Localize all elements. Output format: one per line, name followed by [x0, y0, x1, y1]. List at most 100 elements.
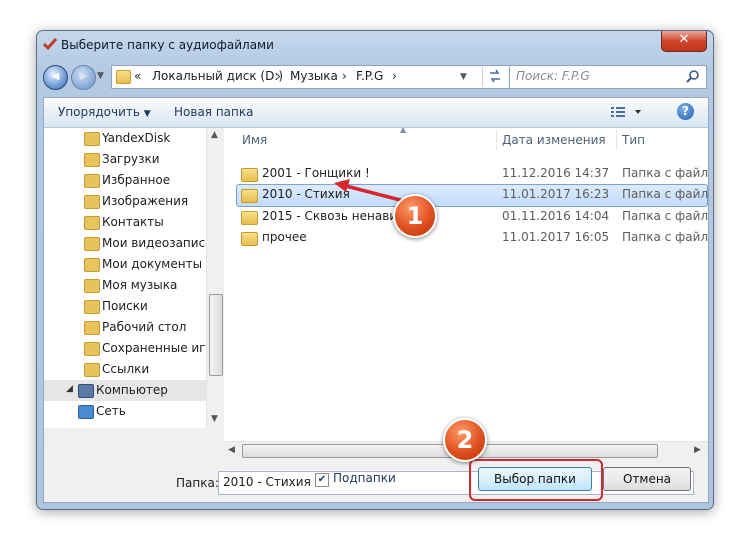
file-row-selected[interactable]: 2010 - Стихия 11.01.2017 16:23 Папка с ф… [236, 184, 708, 207]
column-type[interactable]: Тип [622, 133, 645, 147]
file-name: прочее [262, 230, 307, 244]
address-bar[interactable]: « Локальный диск (D:) › Музыка › F.P.G ›… [111, 65, 511, 89]
refresh-icon[interactable] [482, 67, 507, 86]
sidebar-item-downloads[interactable]: Загрузки [44, 149, 206, 170]
expand-arrow-icon[interactable]: ◢ [66, 384, 73, 394]
step-1-badge: 1 [393, 194, 437, 238]
sidebar-item-label: Изображения [102, 194, 189, 208]
file-type: Папка с файлами [622, 187, 708, 201]
sidebar-item-music[interactable]: Моя музыка [44, 275, 206, 296]
folder-icon [84, 132, 100, 146]
sidebar-item-searches[interactable]: Поиски [44, 296, 206, 317]
breadcrumb-segment[interactable]: Музыка [290, 69, 338, 83]
sidebar-item-yandexdisk[interactable]: YandexDisk [44, 128, 206, 149]
file-type: Папка с файлами [622, 166, 708, 180]
file-name: 2015 - Сквозь ненависть [262, 209, 418, 223]
forward-arrow-icon: ▶ [79, 71, 88, 82]
navigation-pane: YandexDisk Загрузки Избранное Изображени… [44, 128, 206, 428]
search-placeholder: Поиск: F.P.G [516, 69, 590, 83]
column-name[interactable]: Имя [242, 133, 267, 147]
search-input[interactable]: Поиск: F.P.G [509, 65, 707, 89]
close-button[interactable]: ✕ [661, 31, 707, 52]
sidebar-item-documents[interactable]: Мои документы [44, 254, 206, 275]
breadcrumb-separator[interactable]: › [276, 69, 281, 83]
sidebar-item-label: Моя музыка [102, 278, 178, 292]
scroll-left-icon[interactable]: ◀ [228, 445, 235, 455]
sidebar-item-links[interactable]: Ссылки [44, 359, 206, 380]
breadcrumb-separator[interactable]: › [392, 69, 397, 83]
select-folder-button[interactable]: Выбор папки [478, 467, 592, 491]
cancel-button[interactable]: Отмена [603, 467, 691, 491]
column-date[interactable]: Дата изменения [502, 133, 606, 147]
scroll-down-icon[interactable]: ▼ [211, 414, 218, 424]
file-date: 11.01.2017 16:05 [502, 230, 610, 244]
sidebar-item-pictures[interactable]: Изображения [44, 191, 206, 212]
scroll-up-icon[interactable]: ▲ [211, 130, 218, 140]
searches-icon [84, 300, 100, 314]
folder-icon [241, 168, 258, 182]
scrollbar-thumb[interactable] [209, 294, 223, 376]
sidebar-item-label: Мои документы [102, 257, 203, 271]
recent-pages-icon[interactable]: ▼ [97, 71, 104, 81]
file-row[interactable]: прочее 11.01.2017 16:05 Папка с файлами [224, 227, 708, 248]
file-date: 11.12.2016 14:37 [502, 166, 610, 180]
organize-button[interactable]: Упорядочить ▼ [58, 105, 151, 119]
new-folder-button[interactable]: Новая папка [174, 105, 253, 119]
chevron-down-icon: ▼ [143, 109, 151, 119]
folder-input-value: 2010 - Стихия [223, 475, 311, 489]
breadcrumb-segment[interactable]: Локальный диск (D:) [152, 69, 283, 83]
file-list: ▲ Имя Дата изменения Тип 2001 - Гонщики … [224, 128, 708, 441]
sidebar-item-label: YandexDisk [102, 131, 171, 145]
file-type: Папка с файлами [622, 209, 708, 223]
desktop-icon [84, 321, 100, 335]
dialog-window: Выберите папку с аудиофайлами ✕ ◀ ▶ ▼ « … [36, 30, 714, 510]
sidebar-item-label: Контакты [102, 215, 164, 229]
file-date: 11.01.2017 16:23 [502, 187, 610, 201]
sidebar-item-network[interactable]: Сеть [44, 401, 206, 422]
sidebar-item-favorites[interactable]: Избранное [44, 170, 206, 191]
back-arrow-icon: ◀ [51, 71, 60, 82]
help-icon[interactable]: ? [677, 103, 694, 120]
sidebar-item-label: Поиски [102, 299, 148, 313]
links-icon [84, 363, 100, 377]
contacts-icon [84, 216, 100, 230]
content-area: Упорядочить ▼ Новая папка ? YandexDisk З… [43, 97, 709, 503]
column-headers: ▲ Имя Дата изменения Тип [224, 128, 708, 152]
sidebar-item-label: Ссылки [102, 362, 150, 376]
folder-icon [241, 189, 258, 203]
address-prefix: « [134, 69, 142, 83]
file-row[interactable]: 2001 - Гонщики ! 11.12.2016 14:37 Папка … [224, 163, 708, 184]
column-divider[interactable] [496, 130, 497, 150]
file-row[interactable]: 2015 - Сквозь ненависть 01.11.2016 14:04… [224, 206, 708, 227]
search-icon[interactable] [686, 69, 700, 86]
music-icon [84, 279, 100, 293]
sidebar-item-label: Сохраненные игры [102, 341, 206, 355]
star-icon [84, 174, 100, 188]
column-divider[interactable] [616, 130, 617, 150]
command-bar: Упорядочить ▼ Новая папка ? [44, 98, 708, 128]
videos-icon [84, 237, 100, 251]
sidebar-item-desktop[interactable]: Рабочий стол [44, 317, 206, 338]
back-button[interactable]: ◀ [43, 65, 68, 90]
sidebar-item-saved-games[interactable]: Сохраненные игры [44, 338, 206, 359]
view-options-icon[interactable] [611, 106, 643, 122]
app-icon [42, 37, 58, 51]
sidebar-item-videos[interactable]: Мои видеозаписи [44, 233, 206, 254]
pictures-icon [84, 195, 100, 209]
subfolders-checkbox[interactable]: ✔ [315, 473, 329, 487]
sidebar-item-label: Сеть [96, 404, 126, 418]
folder-icon [241, 211, 258, 225]
navigation-scrollbar[interactable]: ▲ ▼ [206, 128, 224, 428]
subfolders-label[interactable]: Подпапки [333, 471, 396, 485]
folder-icon [241, 232, 258, 246]
breadcrumb-separator[interactable]: › [342, 69, 347, 83]
sidebar-item-label: Избранное [102, 173, 171, 187]
scroll-right-icon[interactable]: ▶ [694, 445, 701, 455]
step-2-badge: 2 [443, 418, 487, 462]
forward-button[interactable]: ▶ [71, 65, 96, 90]
sidebar-item-computer[interactable]: ◢ Компьютер [44, 380, 206, 401]
breadcrumb-segment[interactable]: F.P.G [356, 69, 383, 83]
address-dropdown-icon[interactable]: ▼ [460, 72, 467, 82]
sidebar-item-contacts[interactable]: Контакты [44, 212, 206, 233]
organize-label: Упорядочить [58, 105, 140, 119]
